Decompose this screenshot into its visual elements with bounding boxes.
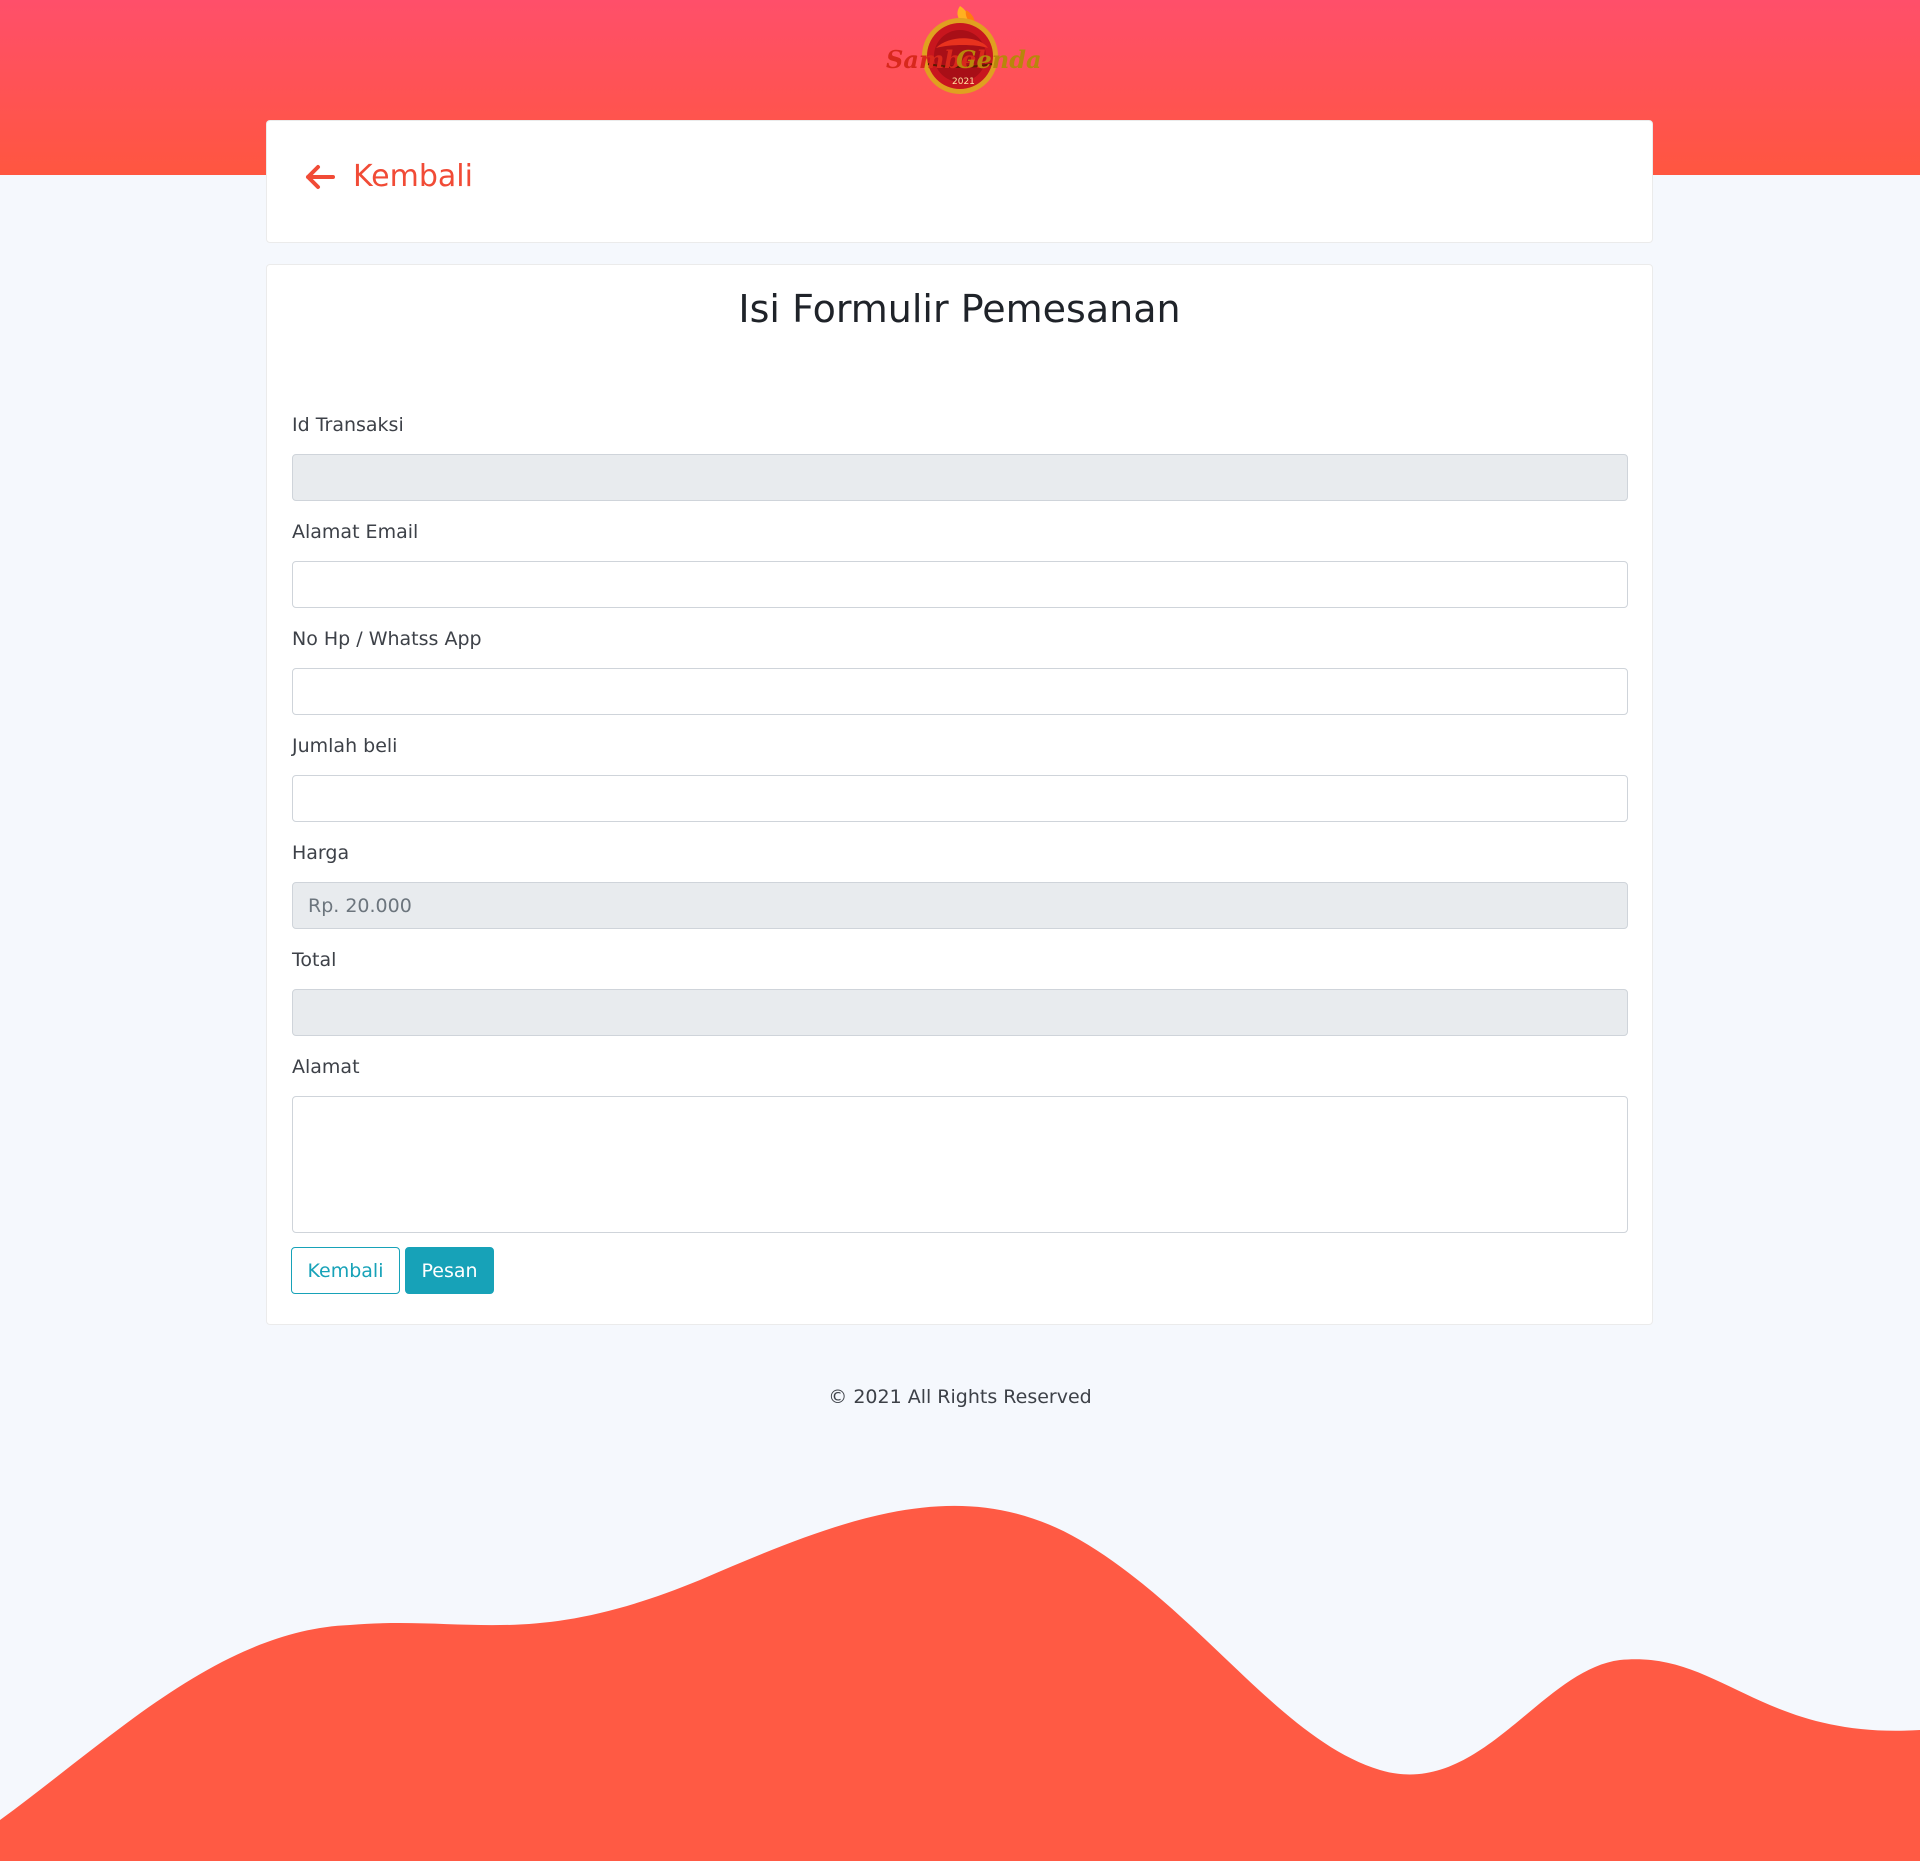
order-submit-button[interactable]: Pesan xyxy=(405,1247,494,1294)
brand-logo[interactable]: Sambel Gendang 2021 xyxy=(880,4,1076,96)
address-field: Alamat xyxy=(292,1054,1628,1233)
footer-copyright: © 2021 All Rights Reserved xyxy=(828,1386,1092,1408)
quantity-field: Jumlah beli xyxy=(292,733,1628,822)
total-field: Total xyxy=(292,947,1628,1036)
quantity-input[interactable] xyxy=(292,775,1628,822)
phone-label: No Hp / Whatss App xyxy=(292,628,482,650)
email-field: Alamat Email xyxy=(292,519,1628,608)
chili-fire-logo-icon: Sambel Gendang 2021 xyxy=(886,6,1076,94)
order-form-card: Isi Formulir Pemesanan Id Transaksi Alam… xyxy=(266,264,1653,1325)
phone-field: No Hp / Whatss App xyxy=(292,626,1628,715)
quantity-label: Jumlah beli xyxy=(292,735,398,757)
email-label: Alamat Email xyxy=(292,521,419,543)
phone-input[interactable] xyxy=(292,668,1628,715)
address-textarea[interactable] xyxy=(292,1096,1628,1233)
transaction-id-label: Id Transaksi xyxy=(292,414,404,436)
footer-wave-decoration xyxy=(0,1505,1920,1861)
back-button[interactable]: Kembali xyxy=(291,1247,400,1294)
address-label: Alamat xyxy=(292,1056,360,1078)
back-link[interactable]: Kembali xyxy=(305,159,473,194)
total-label: Total xyxy=(292,949,337,971)
price-field: Harga xyxy=(292,840,1628,929)
transaction-id-input[interactable] xyxy=(292,454,1628,501)
price-input[interactable] xyxy=(292,882,1628,929)
svg-text:2021: 2021 xyxy=(952,77,975,87)
price-label: Harga xyxy=(292,842,350,864)
back-card: Kembali xyxy=(266,120,1653,243)
total-input[interactable] xyxy=(292,989,1628,1036)
email-input[interactable] xyxy=(292,561,1628,608)
arrow-left-icon xyxy=(306,164,335,189)
svg-text:Gendang: Gendang xyxy=(956,45,1040,74)
back-link-label: Kembali xyxy=(353,159,473,194)
transaction-id-field: Id Transaksi xyxy=(292,412,1628,501)
form-title: Isi Formulir Pemesanan xyxy=(738,287,1181,331)
